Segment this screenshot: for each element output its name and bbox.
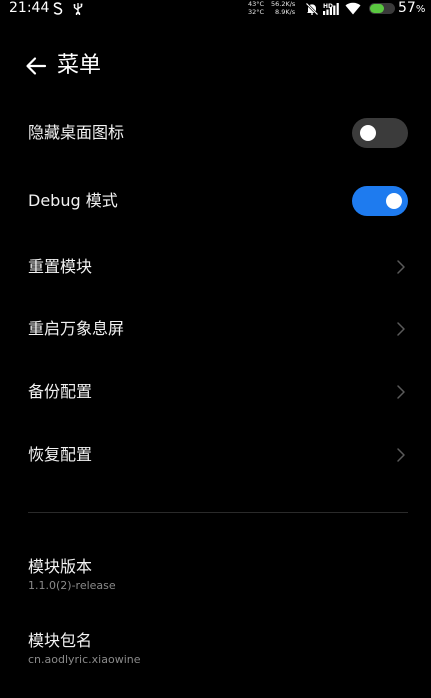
battery-level-unit: % [415, 4, 426, 15]
restore-config-label: 恢复配置 [28, 445, 93, 464]
debug-mode-row[interactable]: Debug 模式 [0, 173, 431, 229]
toggle-knob [386, 193, 402, 209]
hd-signal-icon: HD [323, 3, 339, 15]
page-title: 菜单 [57, 53, 102, 78]
module-version-value: 1.1.0(2)-release [28, 579, 116, 592]
reset-module-row[interactable]: 重置模块 [0, 239, 431, 295]
section-divider [28, 512, 408, 513]
battery-fill [370, 4, 384, 13]
backup-config-label: 备份配置 [28, 382, 93, 401]
battery-level: 57% [398, 0, 425, 18]
toggle-knob [360, 125, 376, 141]
hide-desktop-icon-row[interactable]: 隐藏桌面图标 [0, 105, 431, 161]
usb-icon [73, 3, 83, 15]
hide-desktop-icon-label: 隐藏桌面图标 [28, 123, 125, 142]
module-package-value: cn.aodlyric.xiaowine [28, 653, 141, 666]
restart-screen-label: 重启万象息屏 [28, 319, 125, 338]
debug-mode-toggle[interactable] [352, 186, 408, 216]
chevron-right-icon [397, 260, 405, 274]
chevron-right-icon [397, 385, 405, 399]
temperature-readout: 43°C 32°C [248, 0, 265, 16]
hide-desktop-icon-toggle[interactable] [352, 118, 408, 148]
download-speed: 8.9K/s [275, 7, 296, 16]
battery-icon [369, 3, 395, 14]
backup-config-row[interactable]: 备份配置 [0, 364, 431, 420]
debug-mode-label: Debug 模式 [28, 191, 118, 210]
battery-level-value: 57 [398, 0, 416, 16]
module-version-info[interactable]: 模块版本 1.1.0(2)-release [28, 557, 408, 593]
module-version-title: 模块版本 [28, 557, 93, 576]
restart-screen-row[interactable]: 重启万象息屏 [0, 301, 431, 357]
s-icon [53, 2, 63, 15]
module-package-title: 模块包名 [28, 631, 93, 650]
restore-config-row[interactable]: 恢复配置 [0, 427, 431, 483]
back-arrow-icon[interactable] [25, 55, 47, 77]
network-speed: 56.2K/s 8.9K/s [271, 0, 296, 16]
status-time: 21:44 [9, 0, 50, 16]
status-bar: 21:44 43°C 32°C 56.2K/s 8.9K/s HD 57% [0, 0, 431, 18]
chevron-right-icon [397, 322, 405, 336]
battery-temp: 32°C [248, 7, 265, 16]
mute-bell-icon [305, 2, 319, 16]
chevron-right-icon [397, 448, 405, 462]
wifi-icon [345, 2, 361, 15]
module-package-info[interactable]: 模块包名 cn.aodlyric.xiaowine [28, 631, 408, 667]
reset-module-label: 重置模块 [28, 257, 93, 276]
